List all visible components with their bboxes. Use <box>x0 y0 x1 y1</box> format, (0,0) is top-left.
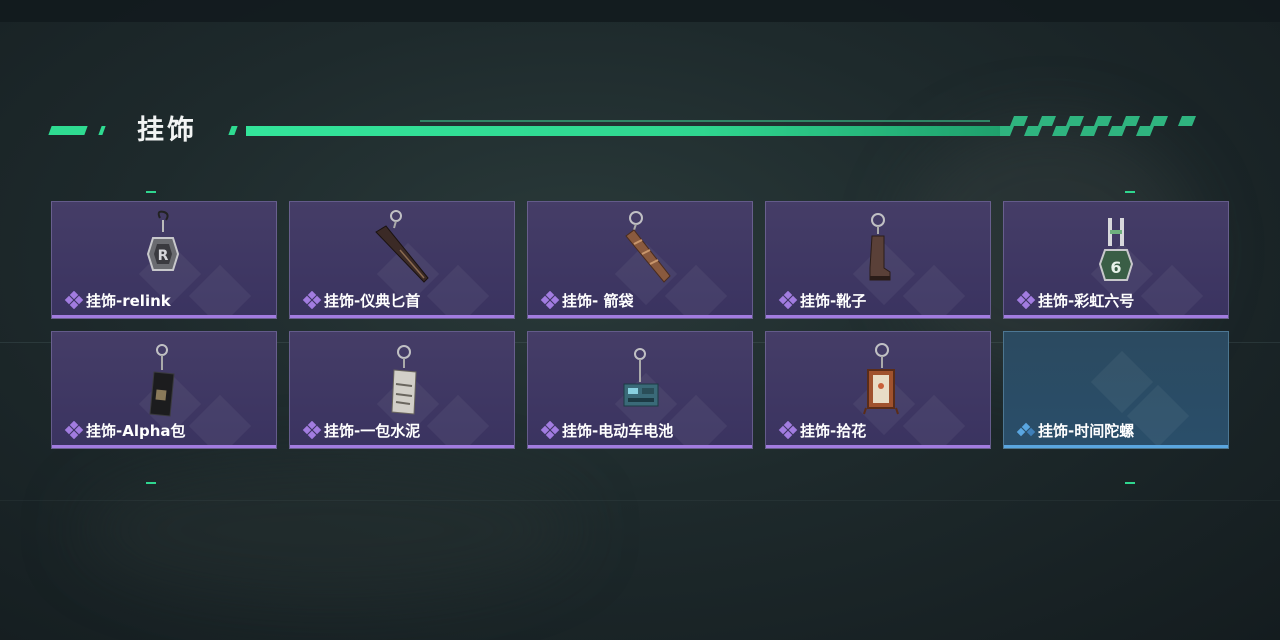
charm-card[interactable]: 挂饰-Alpha包 <box>51 331 277 449</box>
rarity-stripe <box>528 445 752 448</box>
charm-name: 挂饰-电动车电池 <box>562 422 674 440</box>
charm-name: 挂饰-靴子 <box>800 292 867 310</box>
corner-marker <box>146 191 156 193</box>
rarity-diamond-icon <box>540 291 560 309</box>
corner-marker <box>1125 191 1135 193</box>
charm-name: 挂饰- 箭袋 <box>562 292 634 310</box>
boot-charm-icon <box>869 213 891 281</box>
header-checker-pattern <box>1000 116 1196 136</box>
rarity-diamond-icon <box>1016 422 1036 437</box>
rarity-stripe <box>52 445 276 448</box>
rarity-diamond-icon <box>778 421 798 439</box>
flower-frame-charm-icon <box>863 343 899 415</box>
rarity-diamond-icon <box>64 291 84 309</box>
rarity-stripe <box>766 315 990 318</box>
svg-text:R: R <box>158 248 169 264</box>
header-accent-left <box>48 126 88 135</box>
page-title: 挂饰 <box>137 115 197 146</box>
rarity-diamond-icon <box>1016 291 1036 309</box>
rarity-diamond-icon <box>302 291 322 309</box>
corner-marker <box>146 482 156 484</box>
rarity-stripe <box>766 445 990 448</box>
charm-name: 挂饰-Alpha包 <box>86 422 186 440</box>
background <box>0 0 1280 640</box>
charm-name: 挂饰-一包水泥 <box>324 422 421 440</box>
charm-card[interactable]: 挂饰-仪典匕首 <box>289 201 515 319</box>
alpha-pack-charm-icon <box>149 344 175 417</box>
header-bar <box>246 126 1006 136</box>
charm-card[interactable]: 挂饰-拾花 <box>765 331 991 449</box>
quiver-charm-icon <box>625 211 671 283</box>
charm-card[interactable]: 挂饰-电动车电池 <box>527 331 753 449</box>
rarity-stripe <box>290 315 514 318</box>
rarity-diamond-icon <box>64 421 84 439</box>
corner-marker <box>1125 482 1135 484</box>
rainbow-six-charm-icon: 6 <box>1098 218 1134 281</box>
charm-card[interactable]: 6 挂饰-彩虹六号 <box>1003 201 1229 319</box>
charm-name: 挂饰-拾花 <box>800 422 867 440</box>
charm-card[interactable]: 挂饰-一包水泥 <box>289 331 515 449</box>
rarity-stripe <box>290 445 514 448</box>
rarity-stripe <box>52 315 276 318</box>
relink-shield-charm-icon: R <box>146 210 180 271</box>
cement-bag-charm-icon <box>391 345 417 415</box>
rarity-stripe <box>1004 315 1228 318</box>
charm-card[interactable]: 挂饰-靴子 <box>765 201 991 319</box>
rarity-stripe <box>528 315 752 318</box>
charm-name: 挂饰-彩虹六号 <box>1038 292 1135 310</box>
header-thin-line <box>420 120 990 122</box>
ceremonial-dagger-charm-icon <box>375 210 429 283</box>
rarity-diamond-icon <box>302 421 322 439</box>
charm-name: 挂饰-仪典匕首 <box>324 292 421 310</box>
rarity-diamond-icon <box>778 291 798 309</box>
svg-text:6: 6 <box>1110 258 1121 277</box>
rarity-stripe <box>1004 445 1228 448</box>
battery-charm-icon <box>623 348 659 407</box>
charm-card[interactable]: 挂饰- 箭袋 <box>527 201 753 319</box>
rarity-diamond-icon <box>540 421 560 439</box>
charm-name: 挂饰-relink <box>86 292 171 310</box>
charm-name: 挂饰-时间陀螺 <box>1038 422 1135 440</box>
charm-card[interactable]: 挂饰-时间陀螺 <box>1003 331 1229 449</box>
charm-card[interactable]: R 挂饰-relink <box>51 201 277 319</box>
